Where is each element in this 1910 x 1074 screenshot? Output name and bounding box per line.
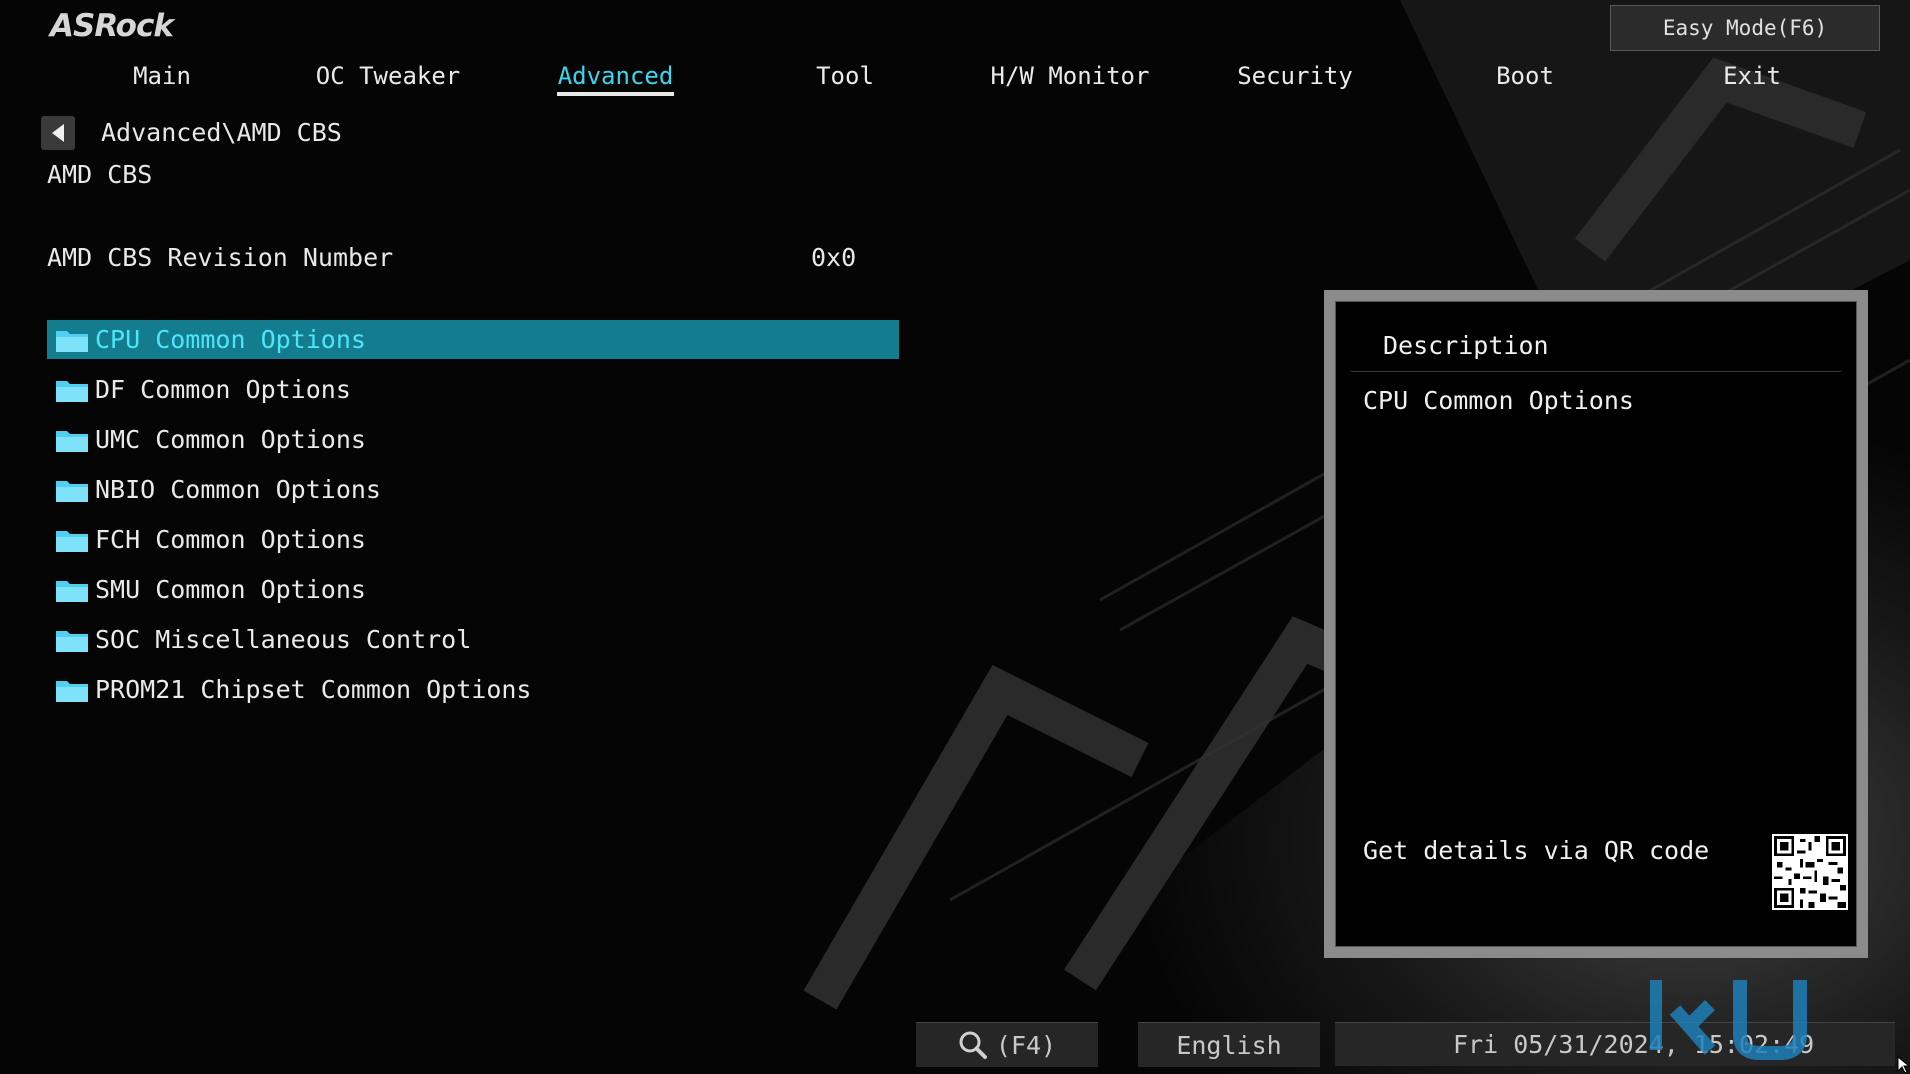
- breadcrumb: Advanced\AMD CBS: [101, 118, 342, 147]
- menu-item-label: CPU Common Options: [95, 325, 366, 354]
- menu-item-smu-common-options[interactable]: SMU Common Options: [47, 570, 899, 609]
- easy-mode-button[interactable]: Easy Mode(F6): [1610, 5, 1880, 51]
- search-button[interactable]: (F4): [916, 1022, 1098, 1067]
- menu-item-label: PROM21 Chipset Common Options: [95, 675, 532, 704]
- tab-oc-tweaker[interactable]: OC Tweaker: [300, 56, 476, 96]
- submenu-list: CPU Common Options DF Common Options UMC…: [47, 320, 899, 720]
- watermark-logo: [1650, 980, 1807, 1060]
- menu-item-label: FCH Common Options: [95, 525, 366, 554]
- description-panel: Description CPU Common Options Get detai…: [1324, 290, 1868, 958]
- menu-item-label: SMU Common Options: [95, 575, 366, 604]
- folder-icon: [56, 330, 88, 352]
- revision-label: AMD CBS Revision Number: [47, 243, 394, 272]
- tab-security[interactable]: Security: [1215, 56, 1375, 96]
- menu-item-nbio-common-options[interactable]: NBIO Common Options: [47, 470, 899, 509]
- menu-item-label: NBIO Common Options: [95, 475, 381, 504]
- menu-item-label: UMC Common Options: [95, 425, 366, 454]
- menu-item-cpu-common-options[interactable]: CPU Common Options: [47, 320, 899, 359]
- description-title: Description: [1383, 331, 1549, 360]
- menu-item-prom21-chipset-common-options[interactable]: PROM21 Chipset Common Options: [47, 670, 899, 709]
- menu-item-label: SOC Miscellaneous Control: [95, 625, 472, 654]
- folder-icon: [56, 480, 88, 502]
- tab-tool[interactable]: Tool: [780, 56, 910, 96]
- asrock-logo: ASRock: [50, 8, 174, 44]
- mouse-cursor-icon: [1897, 1056, 1910, 1074]
- tab-advanced[interactable]: Advanced: [557, 56, 674, 96]
- language-button[interactable]: English: [1138, 1022, 1320, 1067]
- search-icon: [959, 1031, 987, 1059]
- menu-item-soc-miscellaneous-control[interactable]: SOC Miscellaneous Control: [47, 620, 899, 659]
- tab-main[interactable]: Main: [100, 56, 224, 96]
- section-title: AMD CBS: [47, 160, 153, 189]
- back-arrow-icon: [52, 124, 64, 142]
- tab-exit[interactable]: Exit: [1690, 56, 1814, 96]
- folder-icon: [56, 380, 88, 402]
- folder-icon: [56, 630, 88, 652]
- search-shortcut: (F4): [995, 1030, 1057, 1060]
- active-tab-indicator: [557, 92, 674, 96]
- menu-item-umc-common-options[interactable]: UMC Common Options: [47, 420, 899, 459]
- description-divider: [1351, 371, 1841, 372]
- back-button[interactable]: [41, 116, 75, 150]
- menu-item-label: DF Common Options: [95, 375, 351, 404]
- folder-icon: [56, 530, 88, 552]
- qr-label: Get details via QR code: [1363, 836, 1710, 865]
- tab-hw-monitor[interactable]: H/W Monitor: [985, 56, 1155, 96]
- main-tab-bar: Main OC Tweaker Advanced Tool H/W Monito…: [0, 56, 1800, 96]
- tab-boot[interactable]: Boot: [1465, 56, 1585, 96]
- folder-icon: [56, 580, 88, 602]
- menu-item-fch-common-options[interactable]: FCH Common Options: [47, 520, 899, 559]
- menu-item-df-common-options[interactable]: DF Common Options: [47, 370, 899, 409]
- description-text: CPU Common Options: [1363, 386, 1634, 415]
- revision-value: 0x0: [811, 243, 857, 272]
- folder-icon: [56, 680, 88, 702]
- qr-code-icon: [1772, 834, 1848, 910]
- folder-icon: [56, 430, 88, 452]
